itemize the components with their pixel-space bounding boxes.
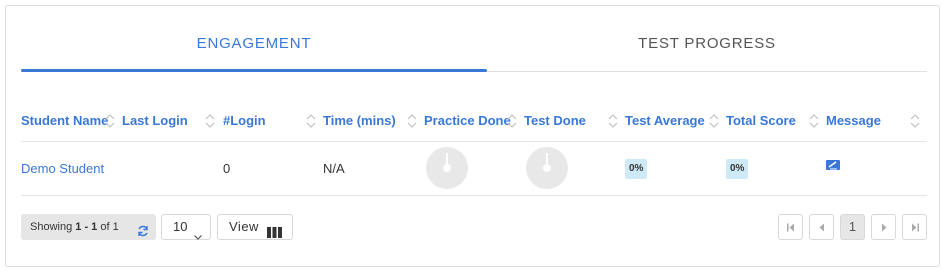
tab-test-progress[interactable]: TEST PROGRESS (487, 24, 927, 70)
sort-arrows-icon[interactable] (407, 113, 417, 129)
page-size-value: 10 (173, 219, 188, 234)
chevron-down-icon (194, 224, 202, 248)
practice-done-pie (426, 147, 468, 189)
test-done-pie (526, 147, 568, 189)
page-1-button[interactable]: 1 (840, 214, 865, 240)
table-row: Demo Student 0 N/A 0% 0% (21, 142, 927, 196)
login-count-cell: 0 (223, 161, 231, 176)
column-header-time[interactable]: Time (mins) (323, 101, 396, 141)
pagination-summary: Showing 1 - 1 of 1 (21, 214, 156, 240)
refresh-icon[interactable] (137, 221, 149, 237)
sort-arrows-icon[interactable] (306, 113, 316, 129)
tab-bar: ENGAGEMENT TEST PROGRESS (21, 24, 927, 74)
active-tab-indicator (21, 69, 487, 72)
column-header-test-average[interactable]: Test Average (625, 101, 705, 141)
view-label: View (229, 219, 259, 234)
sort-arrows-icon[interactable] (809, 113, 819, 129)
student-name-link[interactable]: Demo Student (21, 142, 104, 195)
column-header-total-score[interactable]: Total Score (726, 101, 796, 141)
column-header-last-login[interactable]: Last Login (122, 101, 188, 141)
test-average-badge: 0% (625, 159, 648, 179)
sort-arrows-icon[interactable] (910, 113, 920, 129)
sort-arrows-icon[interactable] (709, 113, 719, 129)
total-score-badge: 0% (726, 159, 749, 179)
sort-arrows-icon[interactable] (608, 113, 618, 129)
column-header-login-count[interactable]: #Login (223, 101, 266, 141)
showing-range: 1 - 1 (75, 221, 98, 233)
columns-icon (267, 222, 282, 246)
student-table: Student Name Last Login #Login Time (min… (21, 101, 927, 196)
sort-arrows-icon[interactable] (507, 113, 517, 129)
tab-engagement[interactable]: ENGAGEMENT (21, 24, 487, 70)
showing-prefix: Showing (30, 221, 76, 233)
engagement-card: ENGAGEMENT TEST PROGRESS Student Name La… (5, 5, 940, 267)
time-cell: N/A (323, 161, 345, 176)
showing-suffix: of 1 (97, 221, 119, 233)
last-page-button[interactable] (902, 214, 927, 240)
view-columns-button[interactable]: View (217, 214, 293, 240)
table-header: Student Name Last Login #Login Time (min… (21, 101, 927, 142)
table-footer: Showing 1 - 1 of 1 10 View 1 (21, 209, 927, 241)
column-header-practice-done[interactable]: Practice Done (424, 101, 511, 141)
page-size-select[interactable]: 10 (161, 214, 211, 240)
sort-arrows-icon[interactable] (205, 113, 215, 129)
prev-page-button[interactable] (809, 214, 834, 240)
table-body: Demo Student 0 N/A 0% 0% (21, 142, 927, 196)
first-page-button[interactable] (778, 214, 803, 240)
column-header-message[interactable]: Message (826, 101, 881, 141)
sort-arrows-icon[interactable] (105, 113, 115, 129)
message-edit-icon[interactable] (826, 159, 840, 171)
next-page-button[interactable] (871, 214, 896, 240)
column-header-student-name[interactable]: Student Name (21, 101, 108, 141)
column-header-test-done[interactable]: Test Done (524, 101, 586, 141)
